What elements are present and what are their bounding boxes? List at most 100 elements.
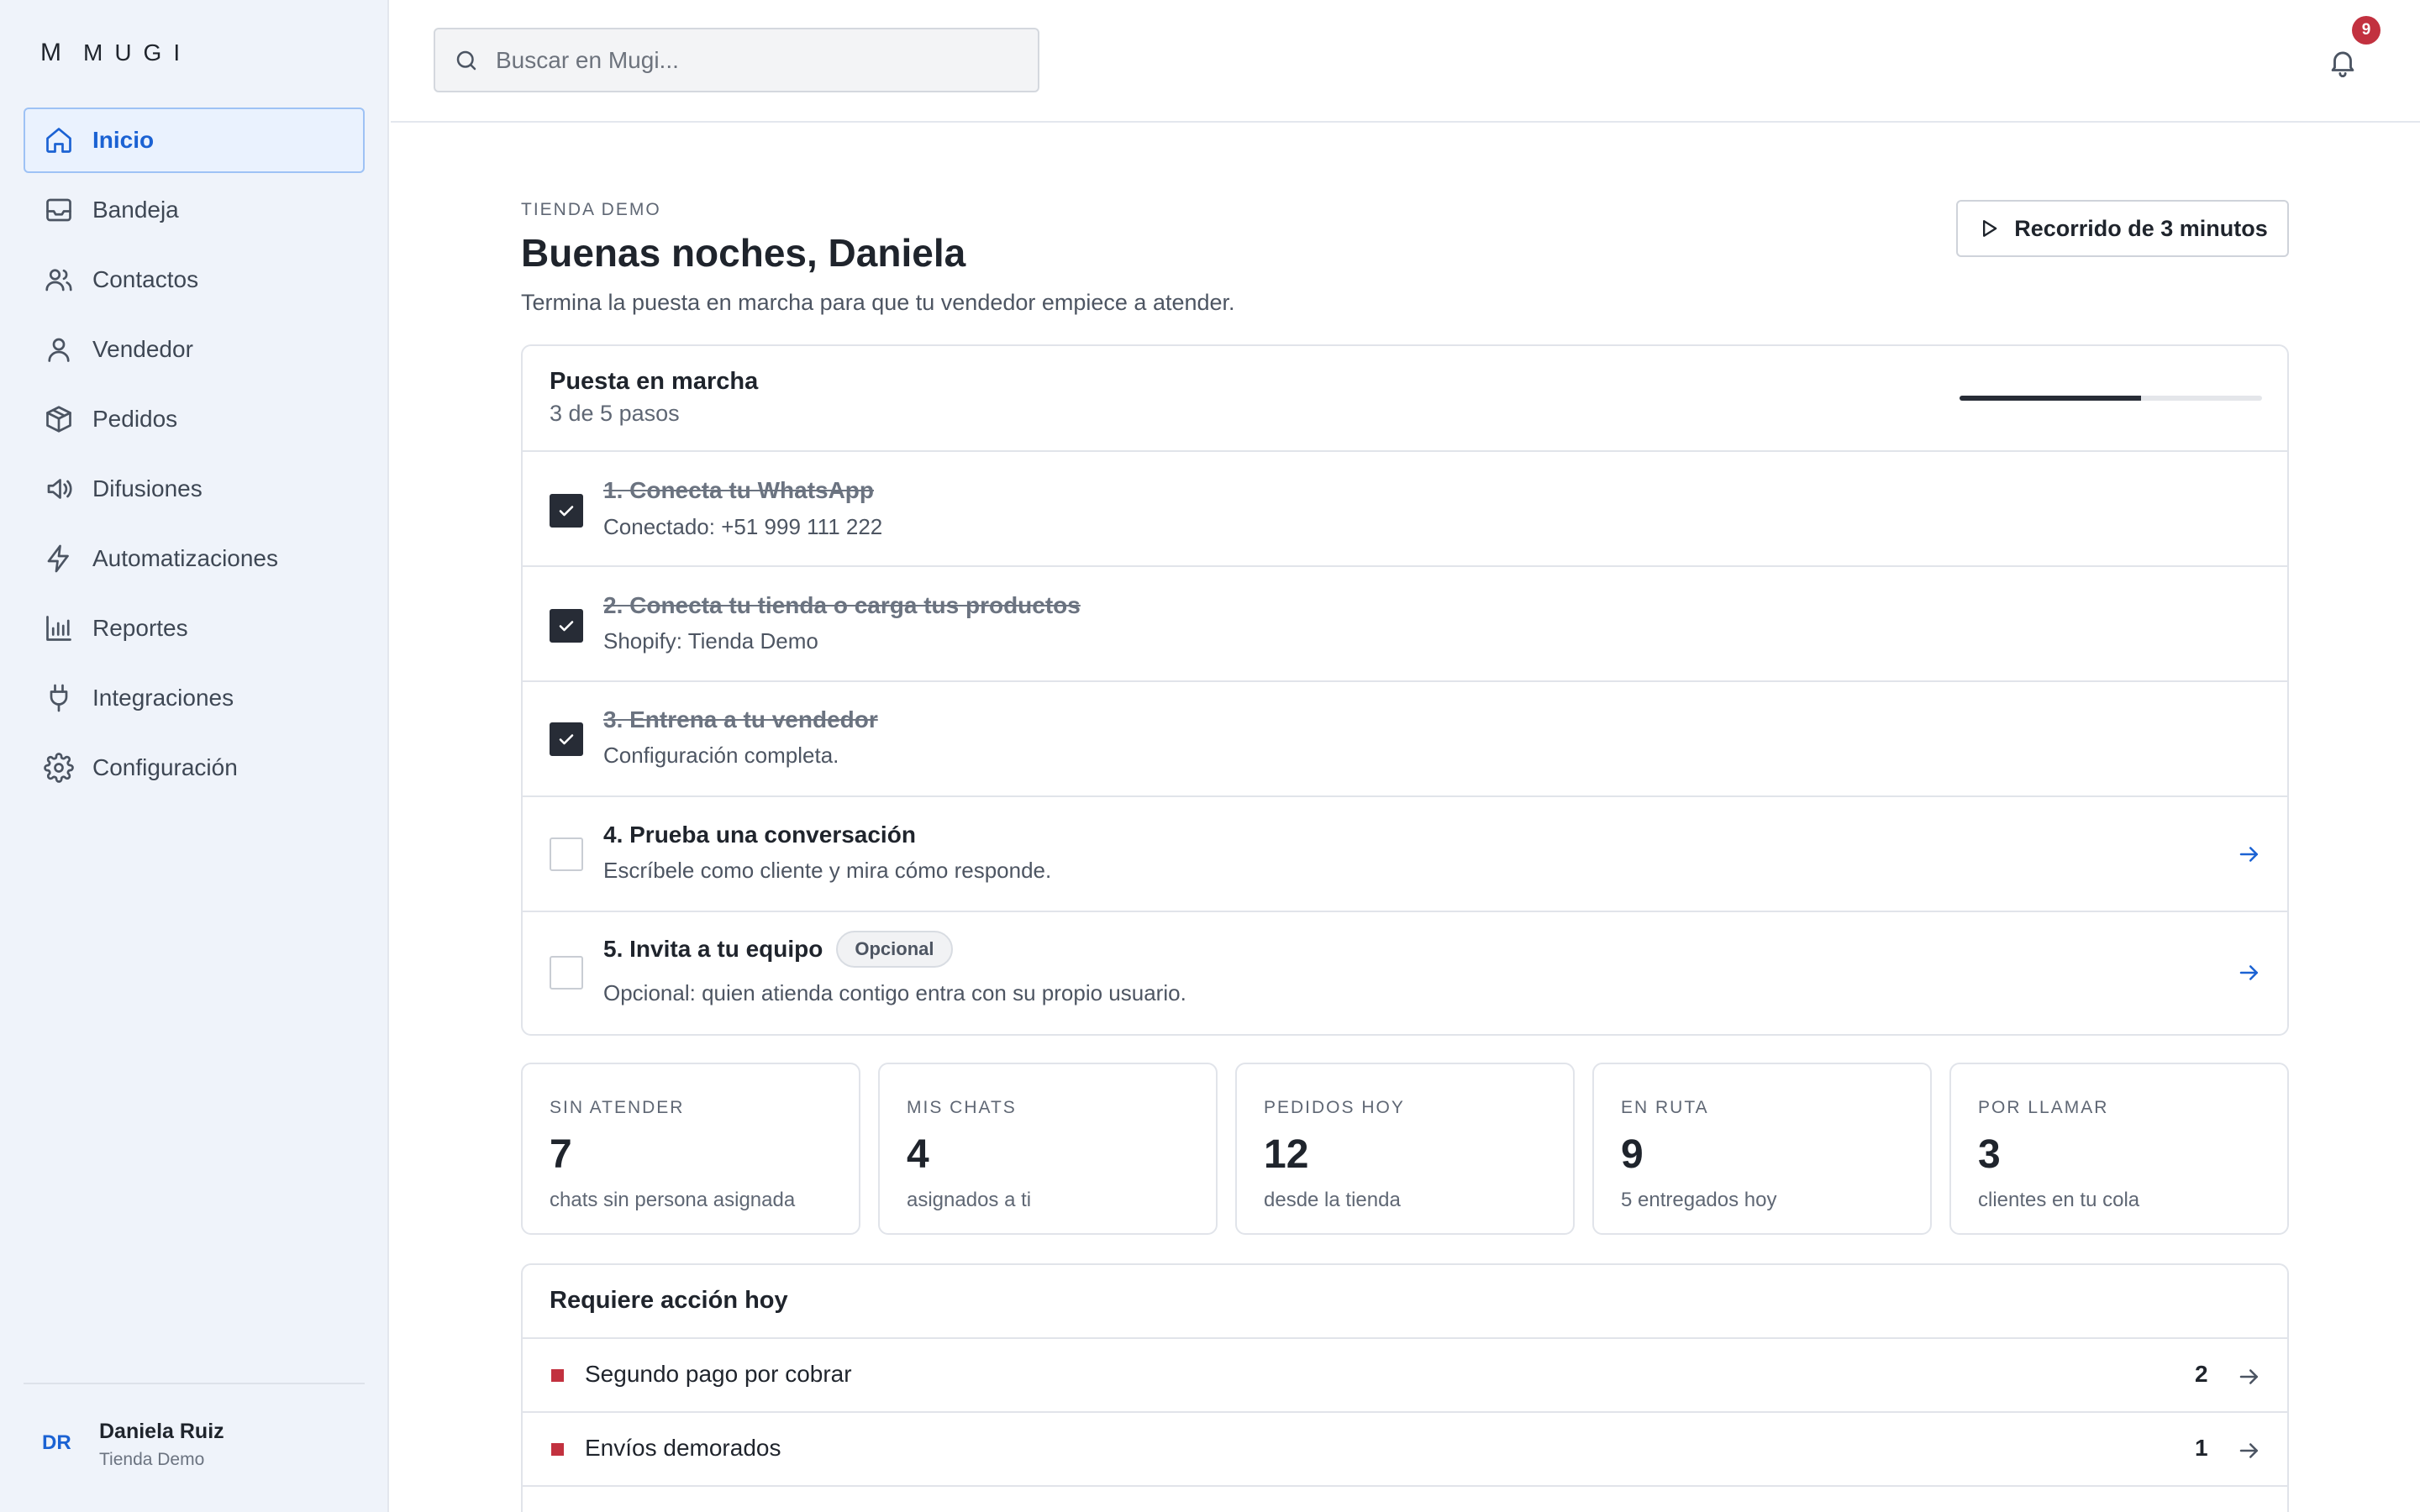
step-title: 1. Conecta tu WhatsApp xyxy=(603,477,874,504)
sidebar-item-label: Contactos xyxy=(92,266,199,292)
stat-card-en-ruta[interactable]: EN RUTA 9 5 entregados hoy xyxy=(1592,1063,1932,1235)
notifications-button[interactable] xyxy=(2319,39,2366,86)
stat-label: POR LLAMAR xyxy=(1978,1098,2109,1117)
action-row[interactable]: Envíos demorados 1 xyxy=(523,1413,2287,1487)
arrow-right-icon[interactable] xyxy=(2237,1438,2262,1463)
avatar: DR xyxy=(42,1431,71,1454)
sidebar-item-reportes[interactable]: Reportes xyxy=(24,596,365,661)
sidebar-item-label: Integraciones xyxy=(92,685,234,711)
user-profile[interactable]: DR Daniela Ruiz Tienda Demo xyxy=(24,1383,365,1469)
stat-card-pedidos-hoy[interactable]: PEDIDOS HOY 12 desde la tienda xyxy=(1235,1063,1575,1235)
stat-value: 9 xyxy=(1621,1132,1644,1177)
action-count: 2 xyxy=(2195,1361,2208,1387)
step-checkbox[interactable] xyxy=(550,494,583,528)
sidebar-item-label: Pedidos xyxy=(92,406,178,432)
stat-sub: desde la tienda xyxy=(1264,1189,1401,1211)
sidebar-item-label: Vendedor xyxy=(92,336,193,362)
setup-header: Puesta en marcha 3 de 5 pasos xyxy=(523,346,2287,452)
page-title: Buenas noches, Daniela xyxy=(521,231,966,275)
stat-label: SIN ATENDER xyxy=(550,1098,685,1117)
inbox-icon xyxy=(46,198,71,222)
tour-button[interactable]: Recorrido de 3 minutos xyxy=(1956,200,2289,257)
play-icon xyxy=(1983,220,1997,237)
sidebar-item-integraciones[interactable]: Integraciones xyxy=(24,665,365,731)
bell-icon xyxy=(2331,51,2354,77)
bolt-icon xyxy=(47,544,69,573)
users-icon xyxy=(45,269,72,291)
search-box[interactable] xyxy=(434,28,1039,92)
sidebar-item-contactos[interactable]: Contactos xyxy=(24,247,365,312)
plug-icon xyxy=(50,684,68,712)
step-checkbox[interactable] xyxy=(550,956,583,990)
stat-label: PEDIDOS HOY xyxy=(1264,1098,1405,1117)
step-title: 3. Entrena a tu vendedor xyxy=(603,706,878,733)
user-store: Tienda Demo xyxy=(99,1450,205,1469)
step-title-text: 1. Conecta tu WhatsApp xyxy=(603,477,875,503)
action-row[interactable]: Segundo pago por cobrar 2 xyxy=(523,1339,2287,1413)
setup-title: Puesta en marcha xyxy=(550,368,759,395)
step-desc: Conectado: +51 999 111 222 xyxy=(603,514,883,539)
sidebar-item-difusiones[interactable]: Difusiones xyxy=(24,456,365,522)
setup-step-4[interactable]: 4. Prueba una conversación Escríbele com… xyxy=(523,797,2287,912)
sidebar-item-inicio[interactable]: Inicio xyxy=(24,108,365,173)
arrow-right-icon[interactable] xyxy=(2237,960,2262,985)
sidebar-item-vendedor[interactable]: Vendedor xyxy=(24,317,365,382)
user-icon xyxy=(48,338,70,362)
sidebar-item-label: Automatizaciones xyxy=(92,545,279,571)
stat-value: 7 xyxy=(550,1132,572,1177)
setup-step-2[interactable]: 2. Conecta tu tienda o carga tus product… xyxy=(523,567,2287,682)
action-count: 1 xyxy=(2195,1435,2208,1461)
step-checkbox[interactable] xyxy=(550,609,583,643)
setup-step-5[interactable]: 5. Invita a tu equipo Opcional Opcional:… xyxy=(523,912,2287,1034)
stat-card-mis-chats[interactable]: MIS CHATS 4 asignados a ti xyxy=(878,1063,1218,1235)
page-subtitle: Termina la puesta en marcha para que tu … xyxy=(521,290,1235,315)
bar-chart-icon xyxy=(46,616,71,641)
step-title: 5. Invita a tu equipo Opcional xyxy=(603,931,953,968)
optional-tag: Opcional xyxy=(836,931,953,968)
sidebar-item-automatizaciones[interactable]: Automatizaciones xyxy=(24,526,365,591)
sidebar-item-bandeja[interactable]: Bandeja xyxy=(24,177,365,243)
step-title-text: 3. Entrena a tu vendedor xyxy=(603,706,878,732)
step-checkbox[interactable] xyxy=(550,722,583,756)
check-icon xyxy=(559,506,574,517)
stat-card-por-llamar[interactable]: POR LLAMAR 3 clientes en tu cola xyxy=(1949,1063,2289,1235)
tour-button-label: Recorrido de 3 minutos xyxy=(2014,215,2268,241)
step-title-text: 2. Conecta tu tienda o carga tus product… xyxy=(603,592,1081,618)
setup-progress-label: 3 de 5 pasos xyxy=(550,401,680,426)
user-name: Daniela Ruiz xyxy=(99,1420,224,1443)
sidebar-item-configuracion[interactable]: Configuración xyxy=(24,735,365,801)
sidebar-item-label: Difusiones xyxy=(92,475,203,501)
brand-mark: M xyxy=(40,39,61,66)
stats-row: SIN ATENDER 7 chats sin persona asignada… xyxy=(521,1063,2289,1235)
stat-sub: clientes en tu cola xyxy=(1978,1189,2140,1211)
megaphone-icon xyxy=(47,479,72,499)
step-title: 4. Prueba una conversación xyxy=(603,822,916,848)
notification-badge: 9 xyxy=(2352,16,2381,45)
alert-indicator xyxy=(551,1443,564,1456)
sidebar-item-label: Inicio xyxy=(92,127,155,153)
step-desc: Configuración completa. xyxy=(603,743,839,768)
stat-label: EN RUTA xyxy=(1621,1098,1709,1117)
step-title-text: 4. Prueba una conversación xyxy=(603,822,916,848)
arrow-right-icon[interactable] xyxy=(2237,1364,2262,1389)
setup-step-3[interactable]: 3. Entrena a tu vendedor Configuración c… xyxy=(523,682,2287,797)
setup-progress-fill xyxy=(1960,396,2141,401)
stat-label: MIS CHATS xyxy=(907,1098,1017,1117)
sidebar-item-pedidos[interactable]: Pedidos xyxy=(24,386,365,452)
check-icon xyxy=(559,621,574,632)
sidebar: M MUGI Inicio Bandeja Contactos Vendedor… xyxy=(0,0,389,1512)
stat-sub: asignados a ti xyxy=(907,1189,1032,1211)
stat-value: 3 xyxy=(1978,1132,2001,1177)
arrow-right-icon[interactable] xyxy=(2237,842,2262,867)
brand-logo[interactable]: M MUGI xyxy=(40,39,192,67)
search-input[interactable] xyxy=(496,46,1017,74)
stat-card-sin-atender[interactable]: SIN ATENDER 7 chats sin persona asignada xyxy=(521,1063,860,1235)
setup-progress-bar xyxy=(1960,396,2262,401)
action-card: Requiere acción hoy Segundo pago por cob… xyxy=(521,1263,2289,1512)
brand-name: MUGI xyxy=(83,39,192,66)
sidebar-item-label: Reportes xyxy=(92,615,188,641)
setup-step-1[interactable]: 1. Conecta tu WhatsApp Conectado: +51 99… xyxy=(523,452,2287,567)
action-label: Segundo pago por cobrar xyxy=(585,1361,852,1387)
step-checkbox[interactable] xyxy=(550,837,583,871)
step-title: 2. Conecta tu tienda o carga tus product… xyxy=(603,592,1081,619)
